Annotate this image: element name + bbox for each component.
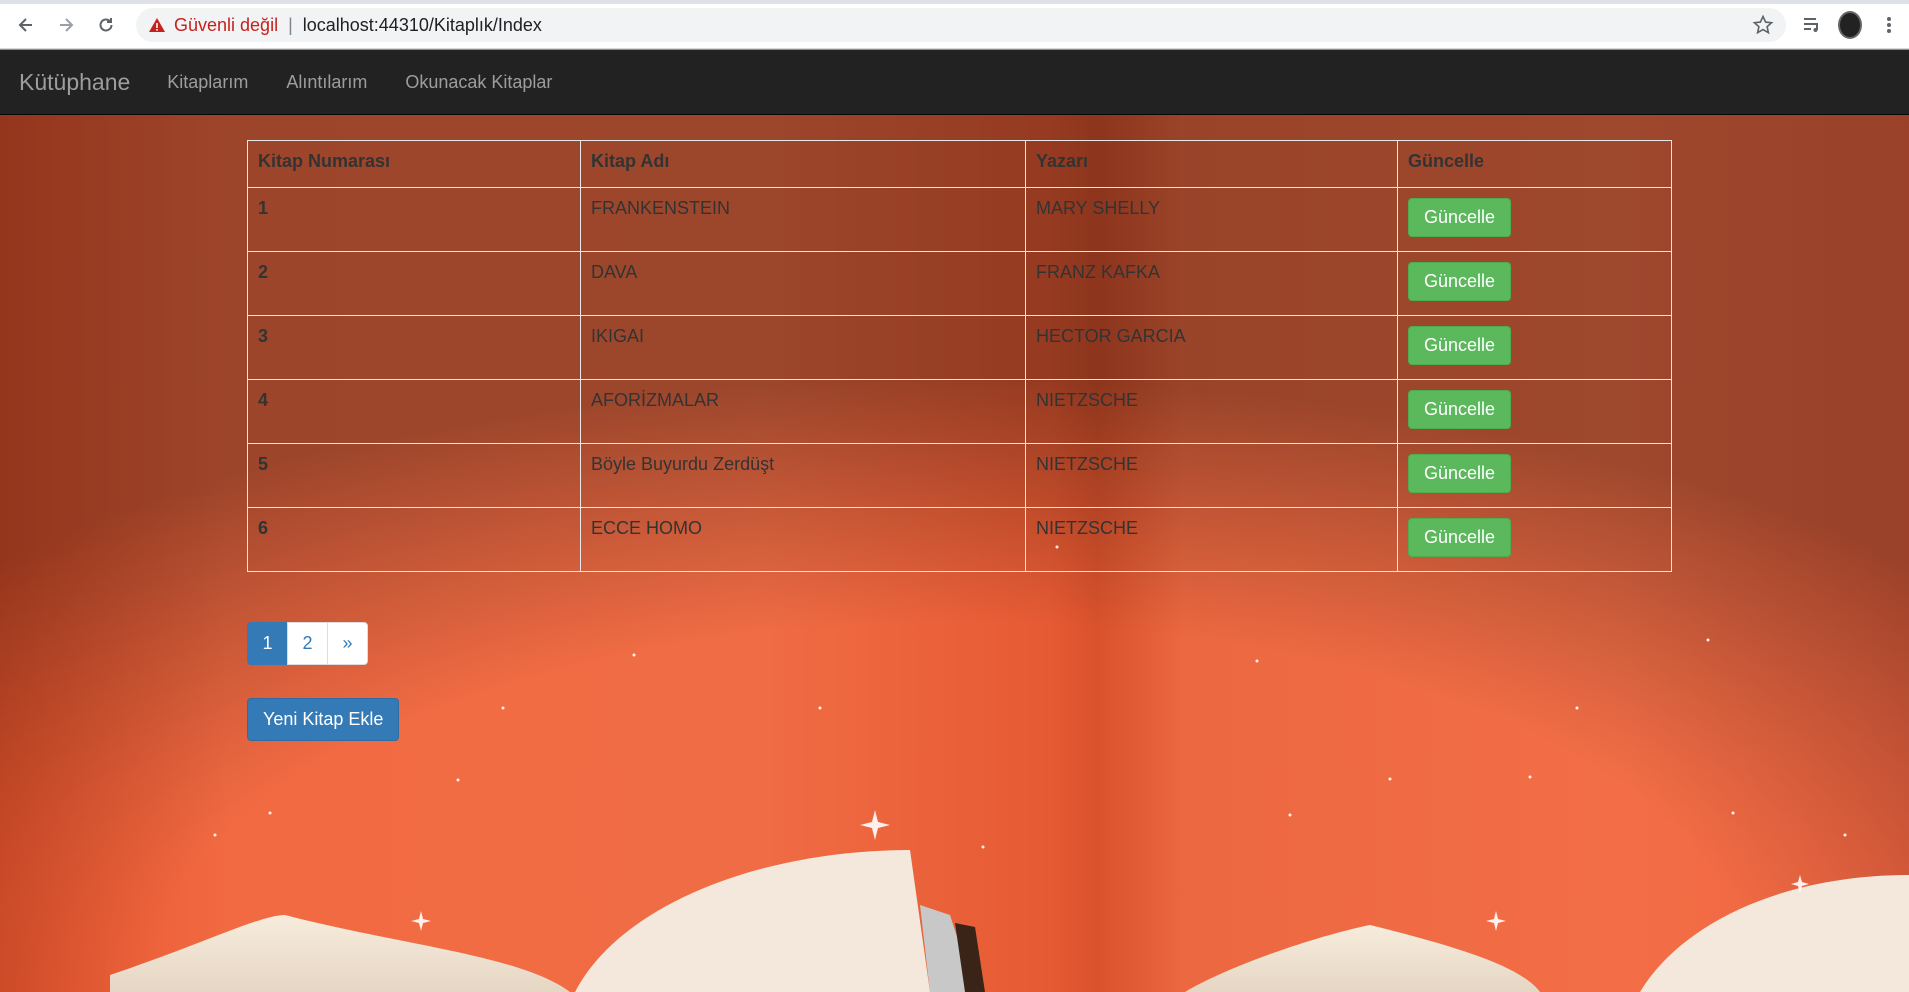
- nav-link-okunacak-kitaplar[interactable]: Okunacak Kitaplar: [405, 72, 552, 93]
- page-next-link[interactable]: »: [327, 622, 368, 665]
- update-button[interactable]: Güncelle: [1408, 390, 1512, 429]
- page-link-1[interactable]: 1: [247, 622, 288, 665]
- action-cell: Güncelle: [1397, 507, 1672, 572]
- table-row: 5 Böyle Buyurdu Zerdüşt NIETZSCHE Güncel…: [247, 443, 1672, 508]
- book-title: DAVA: [580, 251, 1026, 316]
- forward-icon[interactable]: [54, 13, 78, 37]
- back-icon[interactable]: [14, 13, 38, 37]
- nav-link-kitaplarim[interactable]: Kitaplarım: [167, 72, 248, 93]
- book-title: AFORİZMALAR: [580, 379, 1026, 444]
- update-button[interactable]: Güncelle: [1408, 326, 1512, 365]
- book-title: ECCE HOMO: [580, 507, 1026, 572]
- book-author: HECTOR GARCIA: [1025, 315, 1398, 380]
- book-author: NIETZSCHE: [1025, 507, 1398, 572]
- reload-icon[interactable]: [94, 13, 118, 37]
- book-number: 4: [247, 379, 581, 444]
- book-number: 2: [247, 251, 581, 316]
- book-title: FRANKENSTEIN: [580, 187, 1026, 252]
- book-title: IKIGAI: [580, 315, 1026, 380]
- header-kitap-adi: Kitap Adı: [580, 140, 1026, 188]
- security-label[interactable]: Güvenli değil: [174, 15, 278, 36]
- book-number: 5: [247, 443, 581, 508]
- table-row: 2 DAVA FRANZ KAFKA Güncelle: [247, 251, 1672, 316]
- book-number: 3: [247, 315, 581, 380]
- add-book-button[interactable]: Yeni Kitap Ekle: [247, 698, 400, 741]
- action-cell: Güncelle: [1397, 379, 1672, 444]
- page-link-2[interactable]: 2: [287, 622, 328, 665]
- header-kitap-numarasi: Kitap Numarası: [247, 140, 581, 188]
- media-queue-icon[interactable]: [1800, 13, 1824, 37]
- table-header-row: Kitap Numarası Kitap Adı Yazarı Güncelle: [247, 140, 1672, 188]
- top-navbar: Kütüphane Kitaplarım Alıntılarım Okunaca…: [0, 50, 1909, 115]
- book-author: NIETZSCHE: [1025, 443, 1398, 508]
- book-author: FRANZ KAFKA: [1025, 251, 1398, 316]
- book-author: NIETZSCHE: [1025, 379, 1398, 444]
- browser-chrome: Güvenli değil | localhost:44310/Kitaplık…: [0, 0, 1909, 49]
- navbar-brand[interactable]: Kütüphane: [19, 69, 130, 96]
- bookmark-star-icon[interactable]: [1752, 14, 1774, 36]
- more-menu-icon[interactable]: [1877, 13, 1901, 37]
- header-yazari: Yazarı: [1025, 140, 1398, 188]
- warning-icon: [149, 18, 165, 32]
- books-table: Kitap Numarası Kitap Adı Yazarı Güncelle…: [247, 140, 1672, 572]
- url-text[interactable]: localhost:44310/Kitaplık/Index: [303, 15, 542, 36]
- update-button[interactable]: Güncelle: [1408, 454, 1512, 493]
- table-row: 4 AFORİZMALAR NIETZSCHE Güncelle: [247, 379, 1672, 444]
- url-separator: |: [288, 14, 293, 35]
- books-table-container: Kitap Numarası Kitap Adı Yazarı Güncelle…: [247, 140, 1672, 572]
- pagination: 1 2 »: [247, 622, 368, 665]
- action-cell: Güncelle: [1397, 187, 1672, 252]
- book-number: 1: [247, 187, 581, 252]
- table-row: 6 ECCE HOMO NIETZSCHE Güncelle: [247, 507, 1672, 572]
- action-cell: Güncelle: [1397, 251, 1672, 316]
- table-row: 3 IKIGAI HECTOR GARCIA Güncelle: [247, 315, 1672, 380]
- update-button[interactable]: Güncelle: [1408, 518, 1512, 557]
- book-title: Böyle Buyurdu Zerdüşt: [580, 443, 1026, 508]
- book-author: MARY SHELLY: [1025, 187, 1398, 252]
- book-number: 6: [247, 507, 581, 572]
- action-cell: Güncelle: [1397, 443, 1672, 508]
- update-button[interactable]: Güncelle: [1408, 262, 1512, 301]
- update-button[interactable]: Güncelle: [1408, 198, 1512, 237]
- nav-link-alintilarim[interactable]: Alıntılarım: [286, 72, 367, 93]
- tab-strip: [0, 0, 1909, 4]
- profile-avatar[interactable]: [1838, 11, 1862, 39]
- table-row: 1 FRANKENSTEIN MARY SHELLY Güncelle: [247, 187, 1672, 252]
- header-guncelle: Güncelle: [1397, 140, 1672, 188]
- action-cell: Güncelle: [1397, 315, 1672, 380]
- address-bar[interactable]: Güvenli değil | localhost:44310/Kitaplık…: [136, 8, 1786, 42]
